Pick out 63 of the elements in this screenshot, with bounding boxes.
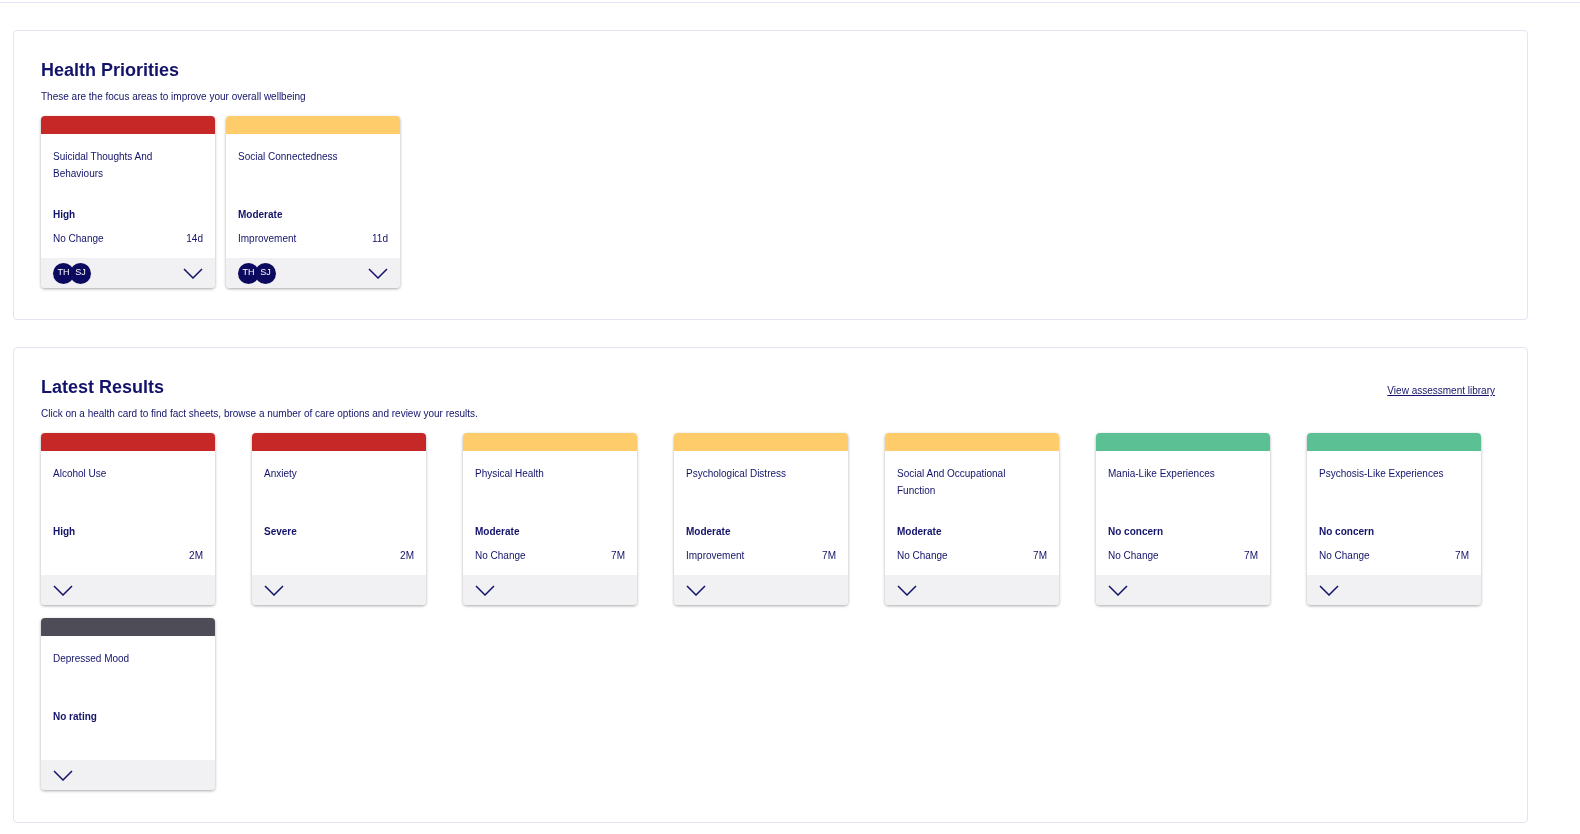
card-title: Social And Occupational Function (897, 467, 1007, 498)
rating-label: Moderate (686, 525, 732, 539)
health-card[interactable]: Mania-Like Experiences No concern No Change 7M (1096, 433, 1270, 605)
time-since-label: 7M (611, 549, 625, 563)
health-card[interactable]: Social And Occupational Function Moderate No Change 7M (885, 433, 1059, 605)
rating-label: Moderate (897, 525, 943, 539)
initials-avatar: SJ (255, 262, 276, 284)
trend-label: No Change (1319, 549, 1370, 563)
trend-label: Improvement (686, 549, 745, 563)
health-card[interactable]: Social Connectedness Moderate Improvement 11d TH SJ (226, 116, 400, 288)
time-since-label: 2M (400, 549, 414, 563)
card-title: Psychological Distress (686, 467, 788, 481)
health-card[interactable]: Psychosis-Like Experiences No concern No Change 7M (1307, 433, 1481, 605)
chevron-down-icon[interactable] (183, 267, 203, 279)
rating-label: No concern (1108, 525, 1164, 539)
chevron-down-icon[interactable] (897, 584, 917, 596)
time-since-label: 7M (1455, 549, 1469, 563)
rating-label: High (53, 525, 77, 539)
chevron-down-icon[interactable] (1319, 584, 1339, 596)
initials-avatar: SJ (70, 262, 91, 284)
trend-label: No Change (475, 549, 526, 563)
section-title: Health Priorities (41, 59, 181, 82)
time-since-label: 11d (372, 232, 388, 246)
health-card[interactable]: Psychological Distress Moderate Improvement 7M (674, 433, 848, 605)
card-title: Anxiety (264, 467, 298, 481)
time-since-label: 14d (186, 232, 203, 246)
rating-label: No rating (53, 710, 98, 724)
chevron-down-icon[interactable] (368, 267, 388, 279)
card-title: Alcohol Use (53, 467, 108, 481)
trend-label: No Change (53, 232, 104, 246)
card-title: Mania-Like Experiences (1108, 467, 1216, 481)
chevron-down-icon[interactable] (264, 584, 284, 596)
chevron-down-icon[interactable] (475, 584, 495, 596)
health-card[interactable]: Suicidal Thoughts And Behaviours High No Change 14d TH SJ (41, 116, 215, 288)
time-since-label: 7M (1033, 549, 1047, 563)
rating-label: Moderate (475, 525, 521, 539)
card-title: Psychosis-Like Experiences (1319, 467, 1445, 481)
card-title: Physical Health (475, 467, 545, 481)
rating-label: Severe (264, 525, 298, 539)
time-since-label: 2M (189, 549, 203, 563)
card-title: Depressed Mood (53, 652, 131, 666)
card-title: Suicidal Thoughts And Behaviours (53, 150, 154, 181)
chevron-down-icon[interactable] (53, 584, 73, 596)
rating-label: No concern (1319, 525, 1375, 539)
rating-label: Moderate (238, 208, 284, 222)
chevron-down-icon[interactable] (53, 769, 73, 781)
trend-label: No Change (897, 549, 948, 563)
section-subtitle: Click on a health card to find fact sheets, browse a number of care options and review your results. (41, 407, 479, 421)
rating-label: High (53, 208, 77, 222)
time-since-label: 7M (1244, 549, 1258, 563)
card-title: Social Connectedness (238, 150, 339, 164)
assessment-library-link[interactable]: View assessment library (1387, 383, 1495, 398)
chevron-down-icon[interactable] (686, 584, 706, 596)
chevron-down-icon[interactable] (1108, 584, 1128, 596)
trend-label: Improvement (238, 232, 297, 246)
section-title: Latest Results (41, 376, 165, 399)
health-card[interactable]: Alcohol Use High 2M (41, 433, 215, 605)
trend-label: No Change (1108, 549, 1159, 563)
time-since-label: 7M (822, 549, 836, 563)
health-card[interactable]: Physical Health Moderate No Change 7M (463, 433, 637, 605)
section-subtitle: These are the focus areas to improve your overall wellbeing (41, 90, 307, 104)
health-card[interactable]: Anxiety Severe 2M (252, 433, 426, 605)
health-card[interactable]: Depressed Mood No rating (41, 618, 215, 790)
